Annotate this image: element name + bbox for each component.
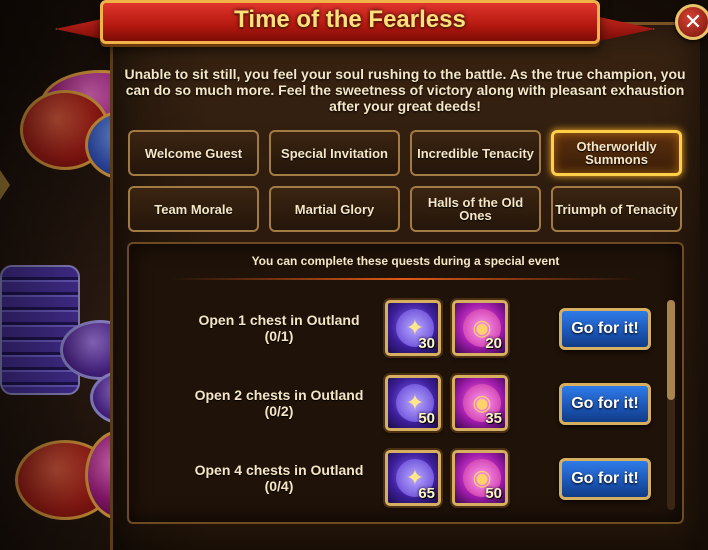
- reward-count: 30: [418, 335, 435, 352]
- go-for-it-button[interactable]: Go for it!: [559, 458, 651, 500]
- reward-count: 35: [485, 410, 502, 427]
- tab-martial-glory[interactable]: Martial Glory: [269, 186, 400, 232]
- tab-label: Special Invitation: [281, 145, 388, 161]
- tab-label: Welcome Guest: [144, 145, 243, 161]
- go-for-it-button[interactable]: Go for it!: [559, 383, 651, 425]
- tab-label: Otherworldly Summons: [576, 139, 657, 167]
- reward-count: 20: [485, 335, 502, 352]
- tab-welcome-guest[interactable]: Welcome Guest: [128, 130, 259, 176]
- quest-list: You can complete these quests during a s…: [127, 242, 684, 524]
- tab-label: Halls of the Old Ones: [427, 195, 524, 223]
- quest-title: Open 2 chests in Outland: [194, 387, 364, 403]
- quest-title: Open 4 chests in Outland: [194, 462, 364, 478]
- tab-triumph-of-tenacity[interactable]: Triumph of Tenacity: [551, 186, 682, 232]
- tab-incredible-tenacity[interactable]: Incredible Tenacity: [410, 130, 541, 176]
- tab-label: Martial Glory: [294, 201, 375, 217]
- game-background: Time of the Fearless ✕ Unable to sit sti…: [0, 0, 708, 550]
- quest-progress: (0/1): [264, 328, 294, 344]
- tab-halls-of-the-old-ones[interactable]: Halls of the Old Ones: [410, 186, 541, 232]
- page-title: Time of the Fearless: [234, 6, 466, 33]
- reward-sky-stone[interactable]: ✦ 65: [385, 450, 441, 506]
- quest-label: Open 4 chests in Outland (0/4): [169, 462, 389, 494]
- quest-header: You can complete these quests during a s…: [251, 254, 560, 268]
- tab-otherworldly-summons[interactable]: Otherworldly Summons: [551, 130, 682, 176]
- close-icon: ✕: [683, 9, 703, 34]
- tab-label: Incredible Tenacity: [417, 145, 534, 161]
- go-for-it-button[interactable]: Go for it!: [559, 308, 651, 350]
- tab-special-invitation[interactable]: Special Invitation: [269, 130, 400, 176]
- reward-eye-emblem[interactable]: ◉ 35: [452, 375, 508, 431]
- quest-progress: (0/4): [264, 478, 294, 494]
- quest-row: Open 4 chests in Outland (0/4) ✦ 65 ◉ 50…: [129, 450, 669, 520]
- close-button[interactable]: ✕: [675, 4, 708, 40]
- reward-sky-stone[interactable]: ✦ 50: [385, 375, 441, 431]
- quest-title: Open 1 chest in Outland: [198, 312, 360, 328]
- header-divider: [169, 278, 639, 280]
- tab-team-morale[interactable]: Team Morale: [128, 186, 259, 232]
- quest-label: Open 2 chests in Outland (0/2): [169, 387, 389, 419]
- quest-row: Open 1 chest in Outland (0/1) ✦ 30 ◉ 20 …: [129, 300, 669, 370]
- scrollbar-thumb[interactable]: [667, 300, 675, 400]
- quest-row: Open 2 chests in Outland (0/2) ✦ 50 ◉ 35…: [129, 375, 669, 445]
- tab-label: Triumph of Tenacity: [555, 201, 678, 217]
- event-description: Unable to sit still, you feel your soul …: [124, 66, 686, 114]
- reward-count: 50: [485, 485, 502, 502]
- quest-progress: (0/2): [264, 403, 294, 419]
- reward-eye-emblem[interactable]: ◉ 20: [452, 300, 508, 356]
- quest-scrollbar[interactable]: [667, 300, 675, 510]
- reward-eye-emblem[interactable]: ◉ 50: [452, 450, 508, 506]
- tab-label: Team Morale: [154, 201, 233, 217]
- coin-stack-icon: [0, 265, 80, 395]
- reward-sky-stone[interactable]: ✦ 30: [385, 300, 441, 356]
- quest-label: Open 1 chest in Outland (0/1): [169, 312, 389, 344]
- reward-count: 65: [418, 485, 435, 502]
- reward-count: 50: [418, 410, 435, 427]
